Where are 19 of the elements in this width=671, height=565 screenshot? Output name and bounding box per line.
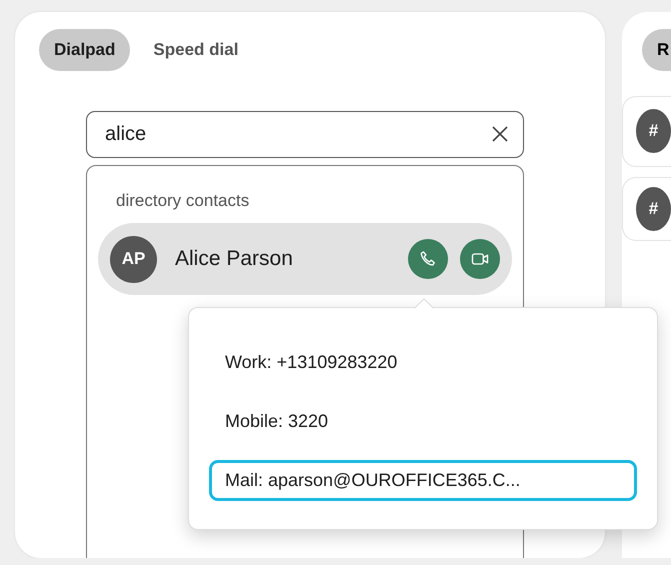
avatar: # bbox=[636, 109, 671, 153]
avatar: # bbox=[636, 186, 671, 230]
section-heading: directory contacts bbox=[116, 190, 250, 212]
tab[interactable]: Dialpad bbox=[39, 29, 130, 70]
menu-item[interactable]: Work: +13109283220 bbox=[209, 342, 637, 383]
avatar: AP bbox=[110, 236, 157, 282]
search-field[interactable]: alice bbox=[86, 110, 524, 158]
list-card[interactable]: # bbox=[622, 96, 671, 166]
call-button[interactable] bbox=[408, 239, 448, 279]
contact-row[interactable]: AP Alice Parson bbox=[98, 223, 512, 295]
contact-name: Alice Parson bbox=[175, 246, 294, 272]
tab[interactable]: R bbox=[642, 29, 671, 70]
clear-icon[interactable] bbox=[491, 125, 509, 143]
tab[interactable]: Speed dial bbox=[138, 29, 254, 70]
menu-item[interactable]: Mail: aparson@OUROFFICE365.C... bbox=[209, 460, 637, 501]
video-call-button[interactable] bbox=[460, 239, 500, 279]
list-card[interactable]: # bbox=[622, 176, 671, 240]
menu-item[interactable]: Mobile: 3220 bbox=[209, 401, 637, 442]
search-input[interactable]: alice bbox=[105, 119, 491, 149]
